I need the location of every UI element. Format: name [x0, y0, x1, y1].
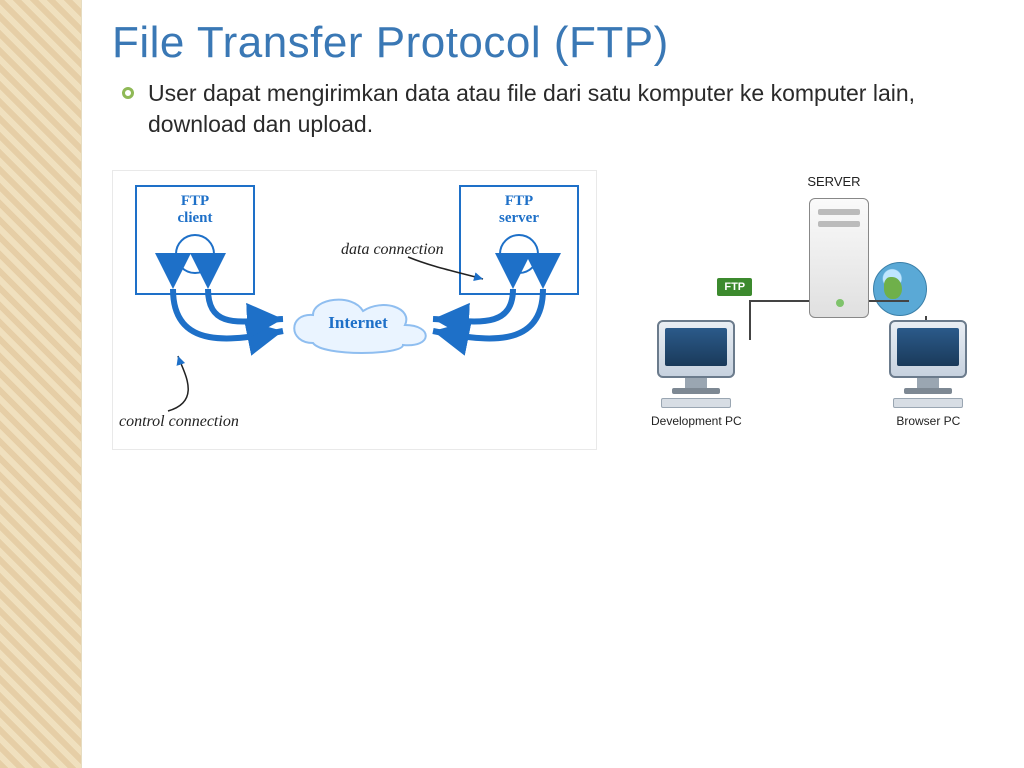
monitor-icon	[889, 320, 967, 378]
ftp-connection-diagram: FTPclient FTPserver Internet data connec…	[112, 170, 597, 450]
ftp-badge: FTP	[717, 278, 752, 296]
bullet-text: User dapat mengirimkan data atau file da…	[148, 78, 984, 140]
development-pc-label: Development PC	[641, 414, 751, 428]
link-line	[869, 300, 909, 302]
browser-pc-label: Browser PC	[873, 414, 983, 428]
connection-arrows	[113, 171, 603, 451]
slide-content: File Transfer Protocol (FTP) User dapat …	[82, 0, 1024, 768]
slide-side-pattern	[0, 0, 82, 768]
bullet-icon	[122, 87, 134, 99]
slide-title: File Transfer Protocol (FTP)	[112, 18, 984, 68]
link-line	[749, 300, 809, 302]
server-tower-icon	[809, 198, 869, 318]
development-pc: Development PC	[641, 320, 751, 428]
bullet-item: User dapat mengirimkan data atau file da…	[112, 78, 984, 140]
ftp-topology-diagram: SERVER FTP Development PC Browser PC	[637, 170, 984, 430]
diagram-row: FTPclient FTPserver Internet data connec…	[112, 170, 984, 450]
globe-icon	[873, 262, 927, 316]
monitor-icon	[657, 320, 735, 378]
server-label: SERVER	[807, 174, 860, 189]
browser-pc: Browser PC	[873, 320, 983, 428]
